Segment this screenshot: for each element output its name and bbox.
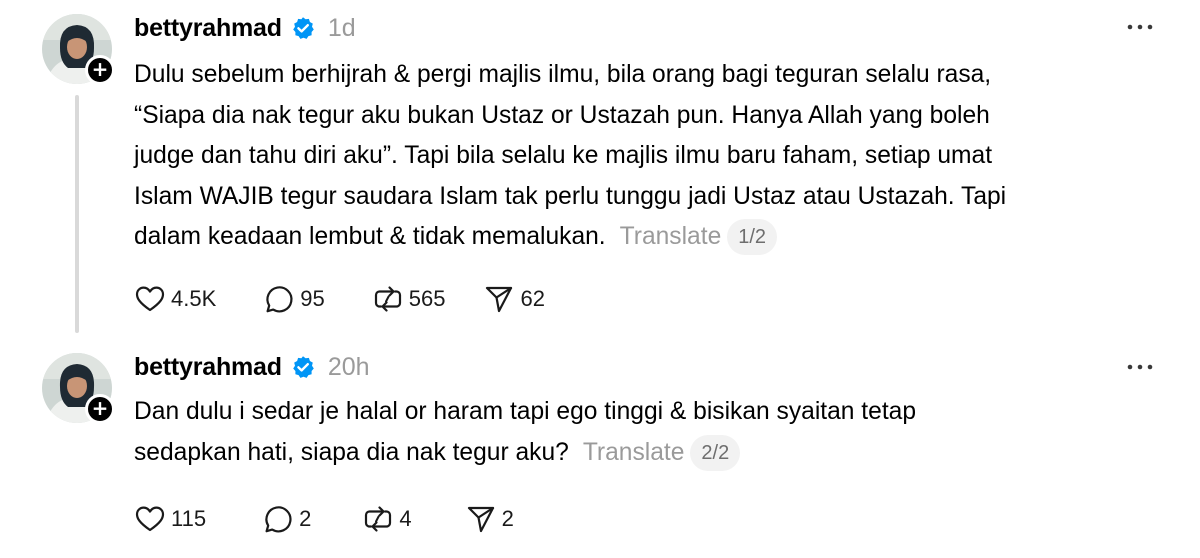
verified-badge-icon bbox=[293, 356, 314, 378]
post-body-last-line: sedapkan hati, siapa dia nak tegur aku? T… bbox=[134, 433, 1174, 474]
speech-bubble-icon bbox=[265, 506, 292, 533]
translate-button[interactable]: Translate bbox=[620, 223, 722, 250]
post-body-line: Dulu sebelum berhijrah & pergi majlis il… bbox=[134, 61, 992, 88]
thread-page-indicator: 1/2 bbox=[727, 219, 778, 255]
heart-icon bbox=[135, 286, 165, 312]
send-paper-plane-icon bbox=[486, 286, 513, 313]
repost-button[interactable]: 4 bbox=[362, 503, 412, 535]
post-header: bettyrahmad 1d bbox=[134, 11, 356, 45]
repost-icon bbox=[374, 286, 401, 312]
post-timestamp: 1d bbox=[327, 13, 356, 42]
share-count: 62 bbox=[520, 286, 545, 311]
post-timestamp: 20h bbox=[327, 352, 370, 381]
translate-button[interactable]: Translate bbox=[583, 439, 685, 466]
more-options-icon[interactable] bbox=[1126, 362, 1154, 372]
like-button[interactable]: 115 bbox=[134, 503, 206, 535]
repost-icon bbox=[365, 506, 392, 532]
post-body-line: Dan dulu i sedar je halal or haram tapi … bbox=[134, 398, 917, 425]
like-button[interactable]: 4.5K bbox=[134, 283, 216, 315]
share-button[interactable]: 2 bbox=[465, 503, 514, 535]
post-body-line: “Siapa dia nak tegur aku bukan Ustaz or … bbox=[134, 101, 990, 129]
share-count: 2 bbox=[501, 506, 514, 531]
send-paper-plane-icon bbox=[467, 506, 494, 533]
thread-post: + bettyrahmad 20h Dan dulu i sedar je ha… bbox=[0, 340, 1200, 558]
post-header: bettyrahmad 20h bbox=[134, 350, 370, 384]
repost-count: 565 bbox=[408, 286, 446, 311]
more-options-icon[interactable] bbox=[1126, 22, 1154, 32]
repost-count: 4 bbox=[399, 506, 412, 531]
post-body-line: Islam WAJIB tegur saudara Islam tak perl… bbox=[134, 182, 1007, 210]
reply-count: 95 bbox=[300, 286, 325, 311]
thread-page-indicator: 2/2 bbox=[690, 434, 741, 471]
repost-button[interactable]: 565 bbox=[372, 283, 446, 315]
reply-button[interactable]: 95 bbox=[263, 283, 325, 315]
username[interactable]: bettyrahmad bbox=[134, 14, 282, 43]
post-actions: 115 2 4 2 bbox=[134, 499, 514, 539]
thread-post: + bettyrahmad 1d Dulu sebelum berhijrah … bbox=[0, 0, 1200, 340]
post-body-line: dalam keadaan lembut & tidak memalukan. bbox=[134, 223, 606, 250]
like-count: 115 bbox=[171, 506, 207, 531]
username[interactable]: bettyrahmad bbox=[134, 353, 282, 382]
thread-connector-line bbox=[75, 95, 79, 333]
verified-badge-icon bbox=[293, 17, 314, 39]
like-count: 4.5K bbox=[171, 286, 217, 311]
share-button[interactable]: 62 bbox=[483, 283, 545, 315]
follow-plus-icon[interactable]: + bbox=[85, 394, 115, 424]
follow-plus-icon[interactable]: + bbox=[85, 55, 115, 85]
post-body-line: sedapkan hati, siapa dia nak tegur aku? bbox=[134, 438, 569, 466]
post-actions: 4.5K 95 565 62 bbox=[134, 279, 545, 319]
post-body-line: judge dan tahu diri aku”. Tapi bila sela… bbox=[134, 142, 993, 169]
post-body: Dulu sebelum berhijrah & pergi majlis il… bbox=[134, 55, 1174, 258]
post-body-last-line: dalam keadaan lembut & tidak memalukan. T… bbox=[134, 217, 1174, 258]
post-body: Dan dulu i sedar je halal or haram tapi … bbox=[134, 392, 1174, 473]
speech-bubble-icon bbox=[266, 286, 293, 313]
reply-count: 2 bbox=[299, 506, 312, 531]
heart-icon bbox=[135, 506, 165, 532]
reply-button[interactable]: 2 bbox=[262, 503, 311, 535]
